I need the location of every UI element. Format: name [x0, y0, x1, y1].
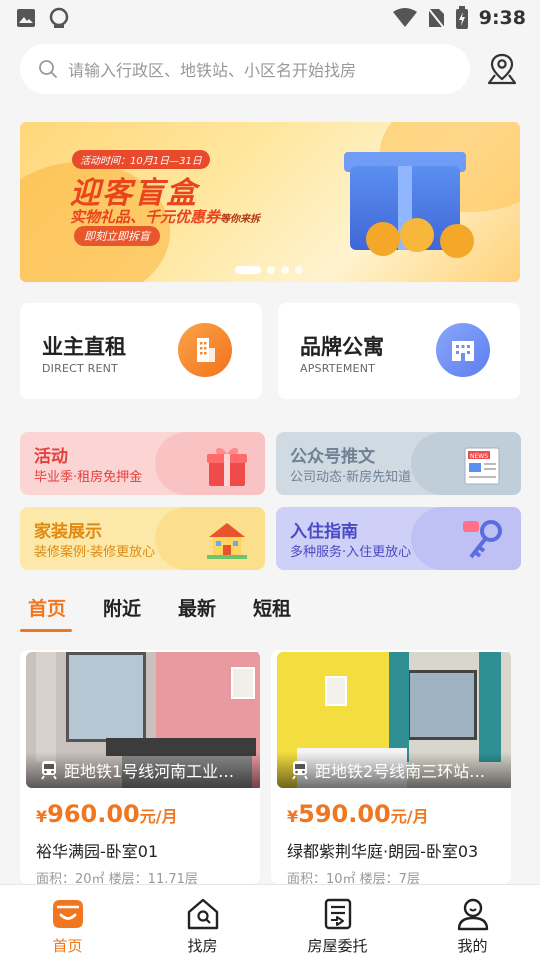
metro-distance: 距地铁2号线南三环站… [315, 762, 486, 781]
tile-checkin-guide[interactable]: 入住指南 多种服务·入住更放心 [276, 507, 521, 570]
banner-page-dot[interactable] [281, 266, 289, 274]
tab-short-rent[interactable]: 短租 [253, 594, 291, 621]
price-currency: ¥ [36, 807, 48, 826]
banner-subtitle-small: 等你来拆 [220, 214, 261, 225]
tab-nearby[interactable]: 附近 [103, 594, 141, 621]
search-row: 请输入行政区、地铁站、小区名开始找房 [20, 44, 520, 94]
nav-home[interactable]: 首页 [0, 885, 135, 960]
price-amount: 960.00 [47, 800, 140, 828]
banner-subtitle: 实物礼品、千元优惠券等你来拆 [70, 206, 260, 227]
tile-activity[interactable]: 活动 毕业季·租房免押金 [20, 432, 265, 495]
tile-wechat-posts[interactable]: 公众号推文 公司动态·新房先知道 NEWS [276, 432, 521, 495]
search-placeholder: 请输入行政区、地铁站、小区名开始找房 [68, 61, 357, 80]
direct-rent-card[interactable]: 业主直租 DIRECT RENT [20, 303, 262, 399]
price-currency: ¥ [287, 807, 299, 826]
banner-pagination [235, 266, 303, 274]
tab-latest[interactable]: 最新 [178, 594, 216, 621]
find-house-icon [183, 895, 223, 933]
tile-title: 活动 [34, 447, 68, 467]
gift-icon [207, 447, 247, 486]
promo-banner[interactable]: 活动时间：10月1日—31日 迎客盲盒 实物礼品、千元优惠券等你来拆 即刻立即拆… [20, 122, 520, 282]
metro-caption: 距地铁1号线河南工业… [26, 752, 260, 788]
listing-card[interactable]: 距地铁2号线南三环站… ¥590.00元/月 绿都紫荆华庭·朗园-卧室03 面积… [271, 650, 511, 884]
app-notification-icon [49, 7, 69, 28]
listing-meta: 面积：20㎡ 楼层：11.71层 [36, 872, 198, 884]
metro-icon [292, 761, 308, 780]
price-unit: 元/月 [139, 807, 178, 826]
tile-subtitle: 公司动态·新房先知道 [290, 470, 412, 485]
nav-label: 房屋委托 [307, 937, 368, 955]
nav-label: 我的 [457, 937, 488, 955]
card-title: 品牌公寓 [300, 335, 384, 359]
banner-cta[interactable]: 即刻立即拆盲 [74, 226, 160, 246]
metro-distance: 距地铁1号线河南工业… [64, 762, 235, 781]
status-bar: 9:38 [0, 0, 540, 36]
bottom-nav: 首页 找房 房屋委托 我的 [0, 884, 540, 960]
listing-card[interactable]: 距地铁1号线河南工业… ¥960.00元/月 裕华满园-卧室01 面积：20㎡ … [20, 650, 260, 884]
coins-illustration [400, 218, 434, 252]
search-input[interactable]: 请输入行政区、地铁站、小区名开始找房 [20, 44, 470, 94]
card-subtitle: APSRTEMENT [300, 362, 376, 375]
listing-price: ¥960.00元/月 [36, 800, 178, 828]
tile-title: 家装展示 [34, 522, 102, 542]
banner-page-dot[interactable] [267, 266, 275, 274]
map-location-button[interactable] [484, 51, 520, 87]
news-icon: NEWS [464, 447, 500, 485]
map-pin-icon [487, 53, 517, 85]
key-icon [463, 520, 502, 559]
price-unit: 元/月 [390, 807, 429, 826]
listing-name: 绿都紫荆华庭·朗园-卧室03 [287, 842, 479, 861]
metro-icon [41, 761, 57, 780]
listing-name: 裕华满园-卧室01 [36, 842, 159, 861]
nav-find-house[interactable]: 找房 [135, 885, 270, 960]
brand-apartment-card[interactable]: 品牌公寓 APSRTEMENT [278, 303, 520, 399]
metro-caption: 距地铁2号线南三环站… [277, 752, 511, 788]
listing-meta: 面积：10㎡ 楼层：7层 [287, 872, 420, 884]
nav-label: 首页 [52, 937, 83, 955]
active-tab-indicator [20, 629, 72, 632]
banner-subtitle-main: 实物礼品、千元优惠券 [70, 208, 221, 226]
building-icon [178, 323, 232, 377]
banner-page-dot[interactable] [295, 266, 303, 274]
banner-tag: 活动时间：10月1日—31日 [72, 150, 210, 169]
tile-title: 公众号推文 [290, 447, 375, 467]
no-sim-icon [426, 7, 445, 29]
listing-tabs: 首页 附近 最新 短租 [20, 594, 520, 634]
card-subtitle: DIRECT RENT [42, 362, 118, 375]
nav-label: 找房 [187, 937, 218, 955]
banner-page-dot[interactable] [235, 266, 261, 274]
card-title: 业主直租 [42, 335, 126, 359]
home-icon [48, 895, 88, 933]
profile-icon [453, 895, 493, 933]
tile-subtitle: 毕业季·租房免押金 [34, 470, 143, 485]
tab-home[interactable]: 首页 [28, 594, 66, 621]
tile-subtitle: 装修案例·装修更放心 [34, 545, 156, 560]
listing-photo: 距地铁2号线南三环站… [277, 652, 511, 788]
feature-cards: 业主直租 DIRECT RENT 品牌公寓 APSRTEMENT [20, 303, 520, 399]
tile-subtitle: 多种服务·入住更放心 [290, 545, 412, 560]
clock: 9:38 [478, 7, 526, 29]
image-icon [17, 9, 35, 27]
tile-title: 入住指南 [290, 522, 358, 542]
tile-decoration[interactable]: 家装展示 装修案例·装修更放心 [20, 507, 265, 570]
listing-price: ¥590.00元/月 [287, 800, 429, 828]
price-amount: 590.00 [298, 800, 391, 828]
battery-charging-icon [455, 6, 468, 29]
delegate-icon [318, 895, 358, 933]
nav-delegate[interactable]: 房屋委托 [270, 885, 405, 960]
house-icon [207, 523, 247, 559]
svg-text:NEWS: NEWS [470, 453, 488, 460]
listing-photo: 距地铁1号线河南工业… [26, 652, 260, 788]
search-icon [39, 60, 57, 78]
wifi-icon [392, 8, 417, 27]
nav-profile[interactable]: 我的 [405, 885, 540, 960]
apartment-icon [436, 323, 490, 377]
